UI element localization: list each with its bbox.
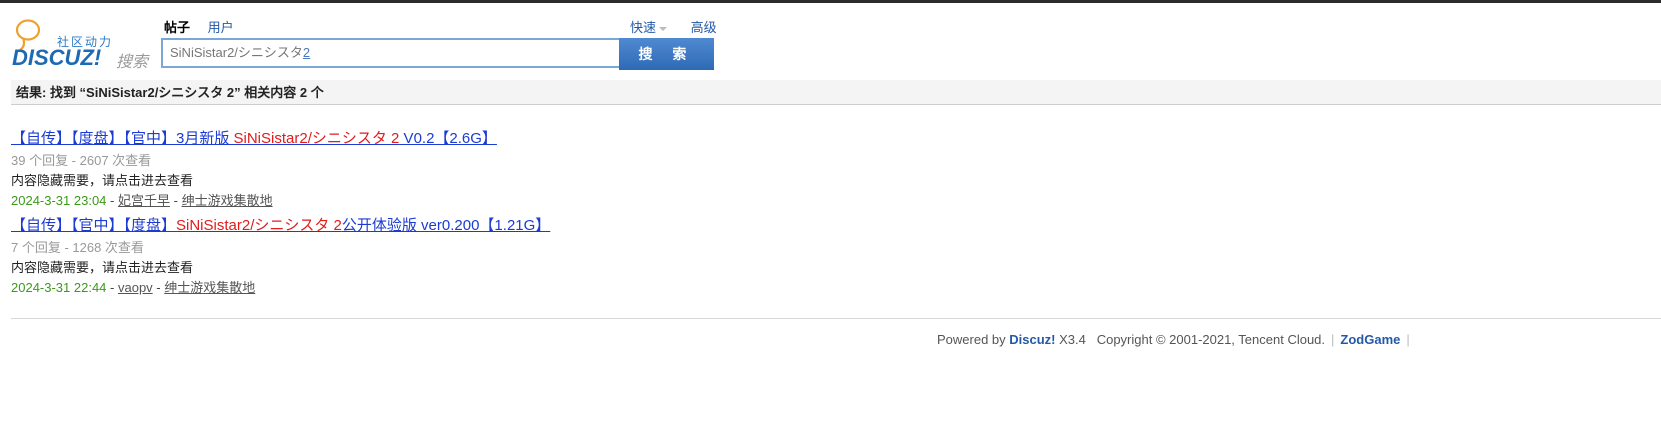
footer: Powered by Discuz! X3.4 Copyright © 2001… xyxy=(937,332,1416,347)
chevron-down-icon[interactable] xyxy=(659,26,668,31)
version-label: X3.4 xyxy=(1055,332,1086,347)
footer-divider xyxy=(11,318,1661,319)
tab-posts[interactable]: 帖子 xyxy=(164,20,190,35)
footer-separator: | xyxy=(1406,332,1410,347)
powered-by-label: Powered by xyxy=(937,332,1010,347)
search-button[interactable]: 搜 索 xyxy=(619,38,714,70)
discuz-link[interactable]: Discuz! xyxy=(1009,332,1055,347)
logo-suffix: 搜索 xyxy=(116,54,149,71)
site-link[interactable]: ZodGame xyxy=(1340,332,1400,347)
author-link[interactable]: vaopv xyxy=(118,280,153,295)
result-summary: 结果: 找到 “SiNiSistar2/シニシスタ 2” 相关内容 2 个 xyxy=(11,80,1661,105)
top-bar xyxy=(0,0,1661,3)
title-suffix: V0.2【2.6G】 xyxy=(399,130,497,147)
search-input-tail: 2 xyxy=(302,45,311,60)
result-description: 内容隐藏需要，请点击进去查看 xyxy=(11,260,194,275)
tab-users[interactable]: 用户 xyxy=(208,20,234,35)
search-form: SiNiSistar2/シニシスタ2 搜 索 xyxy=(161,38,714,70)
title-highlight: SiNiSistar2/シニシスタ 2 xyxy=(233,130,400,147)
search-input[interactable]: SiNiSistar2/シニシスタ2 xyxy=(161,38,621,68)
forum-link[interactable]: 绅士游戏集散地 xyxy=(182,193,273,208)
logo-brand: DISCUZ! xyxy=(12,45,102,70)
search-options: 快速 高级 xyxy=(630,17,717,36)
forum-link[interactable]: 绅士游戏集散地 xyxy=(164,280,255,295)
result-item: 【自传】【度盘】【官中】3月新版 SiNiSistar2/シニシスタ 2 V0.… xyxy=(11,127,497,209)
author-link[interactable]: 妃宫千早 xyxy=(118,193,170,208)
result-description: 内容隐藏需要，请点击进去查看 xyxy=(11,173,194,188)
footer-separator: | xyxy=(1331,332,1335,347)
advanced-search-link[interactable]: 高级 xyxy=(691,20,717,35)
result-title-link[interactable]: 【自传】【官中】【度盘】SiNiSistar2/シニシスタ 2公开体验版 ver… xyxy=(11,214,550,235)
title-highlight: SiNiSistar2/シニシスタ 2 xyxy=(176,217,342,234)
result-meta: 7 个回复 - 1268 次查看 xyxy=(11,240,144,255)
search-type-tabs: 帖子 用户 xyxy=(164,17,248,36)
post-date: 2024-3-31 22:44 xyxy=(11,280,107,295)
quick-search-link[interactable]: 快速 xyxy=(630,20,656,35)
result-info: 2024-3-31 23:04 - 妃宫千早 - 绅士游戏集散地 xyxy=(11,193,273,208)
result-title-link[interactable]: 【自传】【度盘】【官中】3月新版 SiNiSistar2/シニシスタ 2 V0.… xyxy=(11,127,497,148)
result-item: 【自传】【官中】【度盘】SiNiSistar2/シニシスタ 2公开体验版 ver… xyxy=(11,214,550,296)
search-input-text: SiNiSistar2/シニシスタ xyxy=(170,45,303,60)
title-prefix: 【自传】【度盘】【官中】3月新版 xyxy=(11,130,234,147)
title-prefix: 【自传】【官中】【度盘】 xyxy=(11,217,177,234)
copyright-text: Copyright © 2001-2021, Tencent Cloud. xyxy=(1096,332,1326,347)
title-suffix: 公开体验版 ver0.200【1.21G】 xyxy=(341,217,551,234)
post-date: 2024-3-31 23:04 xyxy=(11,193,107,208)
result-meta: 39 个回复 - 2607 次查看 xyxy=(11,153,152,168)
result-info: 2024-3-31 22:44 - vaopv - 绅士游戏集散地 xyxy=(11,280,256,295)
discuz-logo[interactable]: 社区动力 DISCUZ! 搜索 xyxy=(12,18,152,71)
